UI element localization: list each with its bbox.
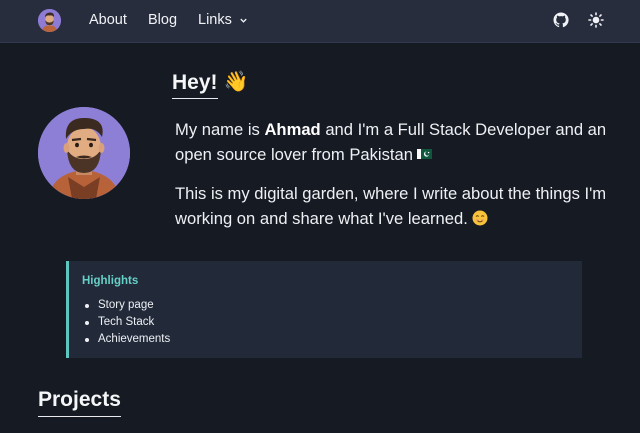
highlights-list: Story page Tech Stack Achievements	[85, 297, 170, 348]
bullet-icon	[85, 337, 89, 342]
github-icon[interactable]	[553, 12, 569, 28]
pakistan-flag-icon	[416, 148, 432, 159]
sun-icon[interactable]	[588, 12, 604, 28]
profile-illustration	[38, 107, 130, 199]
highlights-card: Highlights Story page Tech Stack Achieve…	[66, 261, 582, 358]
intro-prefix: My name is	[175, 120, 265, 139]
avatar[interactable]	[38, 9, 61, 32]
intro-paragraph: My name is Ahmad and I'm a Full Stack De…	[175, 117, 615, 167]
chevron-down-icon	[240, 18, 247, 23]
projects-heading: Projects	[38, 388, 121, 417]
smiling-face-icon	[472, 210, 488, 226]
garden-paragraph: This is my digital garden, where I write…	[175, 181, 615, 231]
waving-hand-icon: 👋	[223, 71, 249, 93]
highlight-item-story-page[interactable]: Story page	[85, 297, 170, 314]
bullet-icon	[85, 303, 89, 308]
highlight-label: Achievements	[98, 333, 171, 345]
highlight-label: Tech Stack	[98, 316, 155, 328]
profile-avatar	[38, 107, 130, 199]
nav-links-label: Links	[198, 12, 232, 28]
highlight-label: Story page	[98, 299, 154, 311]
highlight-item-tech-stack[interactable]: Tech Stack	[85, 314, 170, 331]
avatar-illustration	[38, 9, 61, 32]
greeting-heading: Hey! 👋	[172, 71, 248, 99]
garden-text: This is my digital garden, where I write…	[175, 184, 607, 228]
highlight-item-achievements[interactable]: Achievements	[85, 331, 170, 348]
nav-about-link[interactable]: About	[89, 12, 127, 28]
highlights-title: Highlights	[82, 275, 139, 287]
top-navbar: About Blog Links	[0, 0, 640, 43]
author-name: Ahmad	[264, 120, 321, 139]
bullet-icon	[85, 320, 89, 325]
nav-blog-link[interactable]: Blog	[148, 12, 177, 28]
greeting-text: Hey!	[172, 71, 218, 99]
nav-links-dropdown[interactable]: Links	[198, 12, 248, 28]
